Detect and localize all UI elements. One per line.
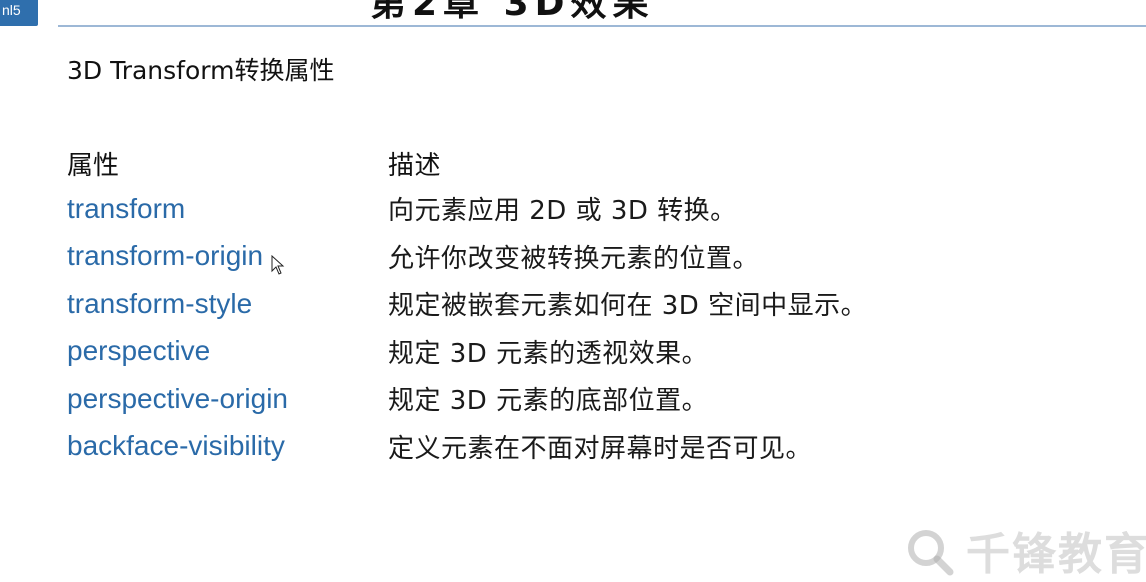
property-description: 定义元素在不面对屏幕时是否可见。 [388, 433, 813, 464]
property-name: transform-style [67, 287, 253, 319]
property-description: 规定 3D 元素的透视效果。 [388, 338, 709, 369]
section-subtitle: 3D Transform转换属性 [67, 56, 335, 85]
property-name: backface-visibility [67, 430, 285, 462]
slide-title: 第2章 3D效果 [370, 0, 655, 24]
mouse-cursor-icon [271, 255, 285, 275]
table-row: perspective-origin 规定 3D 元素的底部位置。 [67, 375, 867, 423]
property-table: 属性 描述 transform 向元素应用 2D 或 3D 转换。 transf… [67, 141, 867, 470]
property-name: perspective-origin [67, 382, 288, 414]
table-row: transform 向元素应用 2D 或 3D 转换。 [67, 185, 867, 233]
table-row: transform-origin 允许你改变被转换元素的位置。 [67, 233, 867, 281]
magnifier-logo-icon [908, 530, 954, 576]
column-header-description: 描述 [388, 150, 442, 181]
table-row: transform-style 规定被嵌套元素如何在 3D 空间中显示。 [67, 280, 867, 328]
header-divider [58, 25, 1146, 27]
table-row: backface-visibility 定义元素在不面对屏幕时是否可见。 [67, 423, 867, 471]
table-row: perspective 规定 3D 元素的透视效果。 [67, 328, 867, 376]
property-name: transform-origin [67, 240, 264, 272]
column-header-property: 属性 [67, 150, 120, 181]
property-description: 规定被嵌套元素如何在 3D 空间中显示。 [388, 291, 868, 322]
table-header-row: 属性 描述 [67, 141, 867, 185]
property-description: 规定 3D 元素的底部位置。 [388, 386, 709, 417]
property-name: perspective [67, 335, 211, 367]
property-description: 向元素应用 2D 或 3D 转换。 [388, 196, 737, 227]
property-name: transform [67, 192, 186, 224]
watermark-text: 千锋教育 [966, 529, 1146, 580]
corner-tab: nl5 [0, 0, 38, 26]
property-description: 允许你改变被转换元素的位置。 [388, 243, 760, 274]
